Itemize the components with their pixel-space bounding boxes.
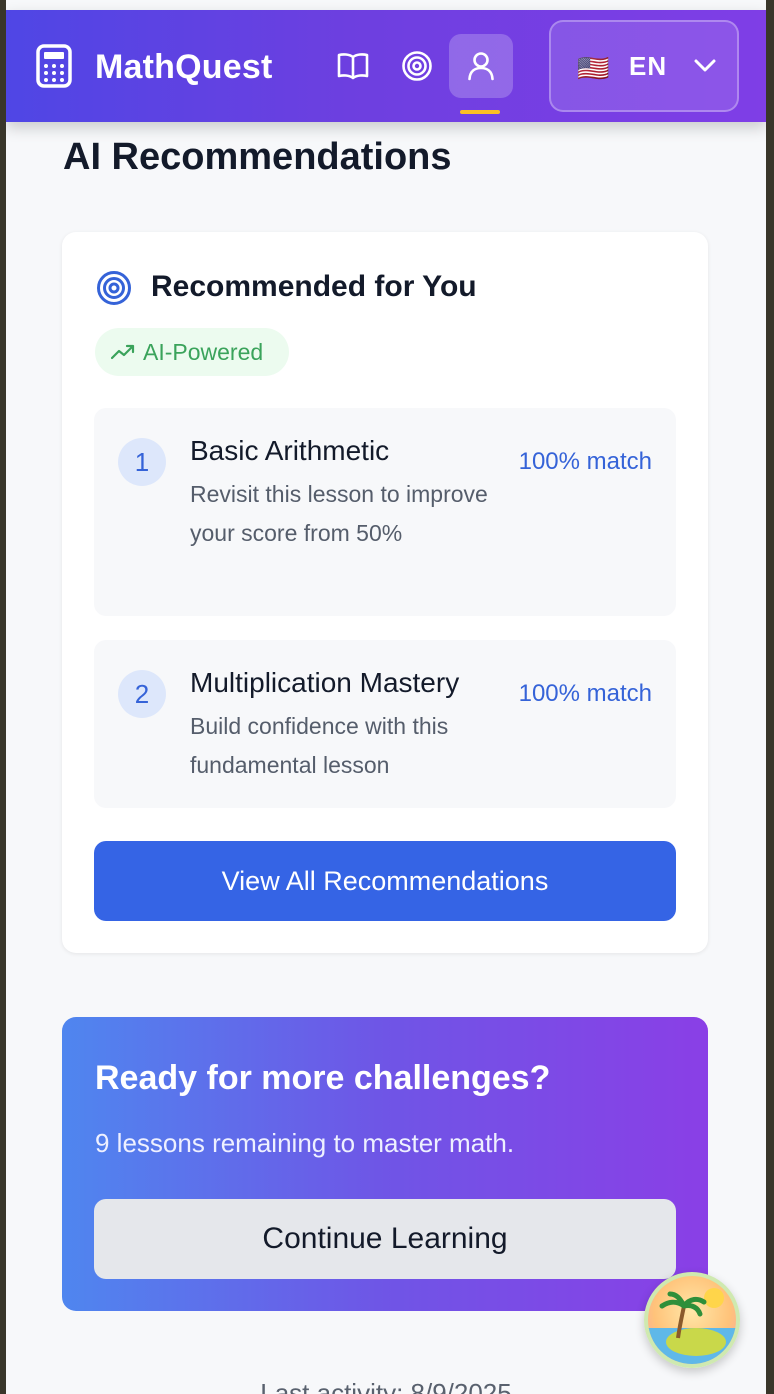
app-frame: MathQuest 🇺🇸 EN AI Recommendations Recom… xyxy=(6,0,766,1394)
language-selector[interactable]: 🇺🇸 EN xyxy=(549,20,739,112)
language-code: EN xyxy=(629,50,668,81)
card-title: Recommended for You xyxy=(151,270,477,303)
view-all-recommendations-button[interactable]: View All Recommendations xyxy=(94,841,676,921)
user-icon xyxy=(468,52,494,81)
lesson-title: Basic Arithmetic xyxy=(190,435,390,466)
chevron-down-icon xyxy=(694,59,716,72)
page-title: AI Recommendations xyxy=(63,136,452,178)
top-nav-bar: MathQuest 🇺🇸 EN xyxy=(6,10,766,122)
book-icon xyxy=(337,53,369,80)
banner-title: Ready for more challenges? xyxy=(95,1059,551,1097)
nav-lessons-button[interactable] xyxy=(321,34,385,98)
rank-number: 1 xyxy=(118,438,166,486)
us-flag-icon: 🇺🇸 xyxy=(577,53,610,83)
continue-learning-button[interactable]: Continue Learning xyxy=(94,1199,676,1279)
recommendations-card: Recommended for You AI-Powered 1 Basic A… xyxy=(62,232,708,953)
trending-up-icon xyxy=(111,344,135,360)
target-icon xyxy=(402,51,432,81)
nav-goals-button[interactable] xyxy=(385,34,449,98)
island-illustration xyxy=(648,1288,736,1364)
brand-name[interactable]: MathQuest xyxy=(95,48,272,87)
target-icon xyxy=(97,271,131,305)
recommendation-item[interactable]: 2 Multiplication Mastery Build confidenc… xyxy=(94,640,676,808)
badge-label: AI-Powered xyxy=(143,338,264,365)
challenge-banner: Ready for more challenges? 9 lessons rem… xyxy=(62,1017,708,1311)
banner-subtitle: 9 lessons remaining to master math. xyxy=(95,1128,515,1158)
lesson-description: Build confidence with this fundamental l… xyxy=(190,713,449,778)
lesson-title: Multiplication Mastery xyxy=(190,667,460,698)
rank-number: 2 xyxy=(118,670,166,718)
ai-powered-badge: AI-Powered xyxy=(95,328,289,376)
lesson-description: Revisit this lesson to improve your scor… xyxy=(190,481,488,546)
calculator-icon[interactable] xyxy=(36,44,72,88)
last-activity-text: Last activity: 8/9/2025 xyxy=(260,1378,512,1394)
nav-profile-button[interactable] xyxy=(449,34,513,98)
active-tab-indicator xyxy=(460,110,500,114)
island-avatar-icon[interactable] xyxy=(644,1272,740,1368)
recommendation-item[interactable]: 1 Basic Arithmetic Revisit this lesson t… xyxy=(94,408,676,616)
match-score: 100% match xyxy=(518,680,652,707)
match-score: 100% match xyxy=(518,448,652,475)
